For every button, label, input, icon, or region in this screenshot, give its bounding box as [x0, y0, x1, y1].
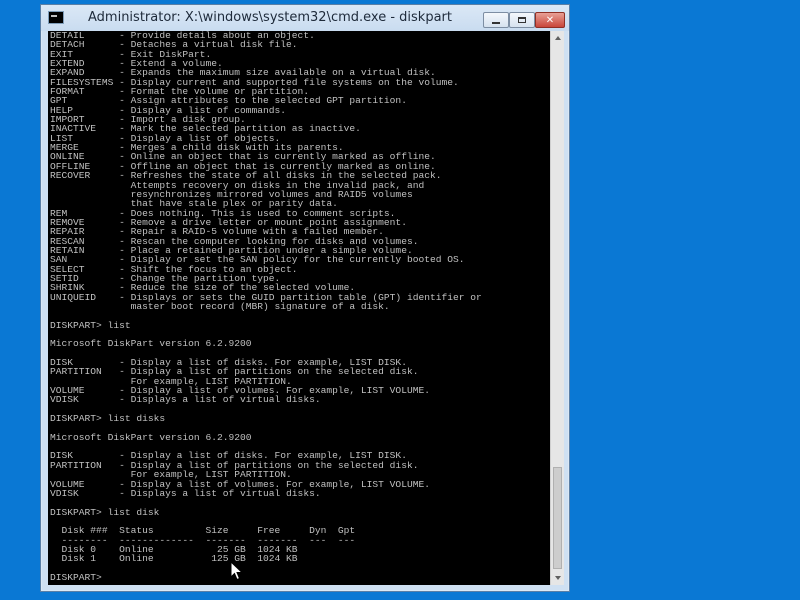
maximize-button[interactable] [509, 12, 535, 28]
cmd-icon[interactable] [48, 11, 64, 24]
console-line: DISKPART> list disk [50, 506, 160, 518]
console-line: VDISK - Displays a list of virtual disks… [50, 487, 321, 499]
arrow-down-icon [554, 576, 561, 580]
title-bar[interactable]: Administrator: X:\windows\system32\cmd.e… [41, 5, 569, 31]
scrollbar-thumb[interactable] [553, 467, 562, 569]
console-line: Disk 1 Online 125 GB 1024 KB [50, 553, 298, 565]
console-line: DISKPART> list [50, 319, 131, 331]
console-line: Microsoft DiskPart version 6.2.9200 [50, 338, 252, 350]
scroll-up-button[interactable] [551, 31, 564, 45]
maximize-icon [518, 17, 526, 23]
console-line: DISKPART> [50, 571, 108, 583]
arrow-up-icon [554, 36, 561, 40]
cmd-window[interactable]: Administrator: X:\windows\system32\cmd.e… [40, 4, 570, 592]
console-line: master boot record (MBR) signature of a … [50, 300, 390, 312]
minimize-button[interactable] [483, 12, 509, 28]
console-line: VDISK - Displays a list of virtual disks… [50, 394, 321, 406]
close-icon: ✕ [545, 14, 555, 26]
minimize-icon [492, 21, 500, 24]
vertical-scrollbar[interactable] [550, 31, 564, 585]
console-text: DETAIL - Provide details about an object… [48, 31, 550, 582]
console-line: Microsoft DiskPart version 6.2.9200 [50, 431, 252, 443]
mouse-pointer-icon [230, 561, 244, 581]
close-button[interactable]: ✕ [535, 12, 565, 28]
console-output[interactable]: DETAIL - Provide details about an object… [48, 31, 550, 585]
scroll-down-button[interactable] [551, 571, 564, 585]
window-title: Administrator: X:\windows\system32\cmd.e… [88, 10, 452, 25]
console-line: DISKPART> list disks [50, 413, 166, 425]
